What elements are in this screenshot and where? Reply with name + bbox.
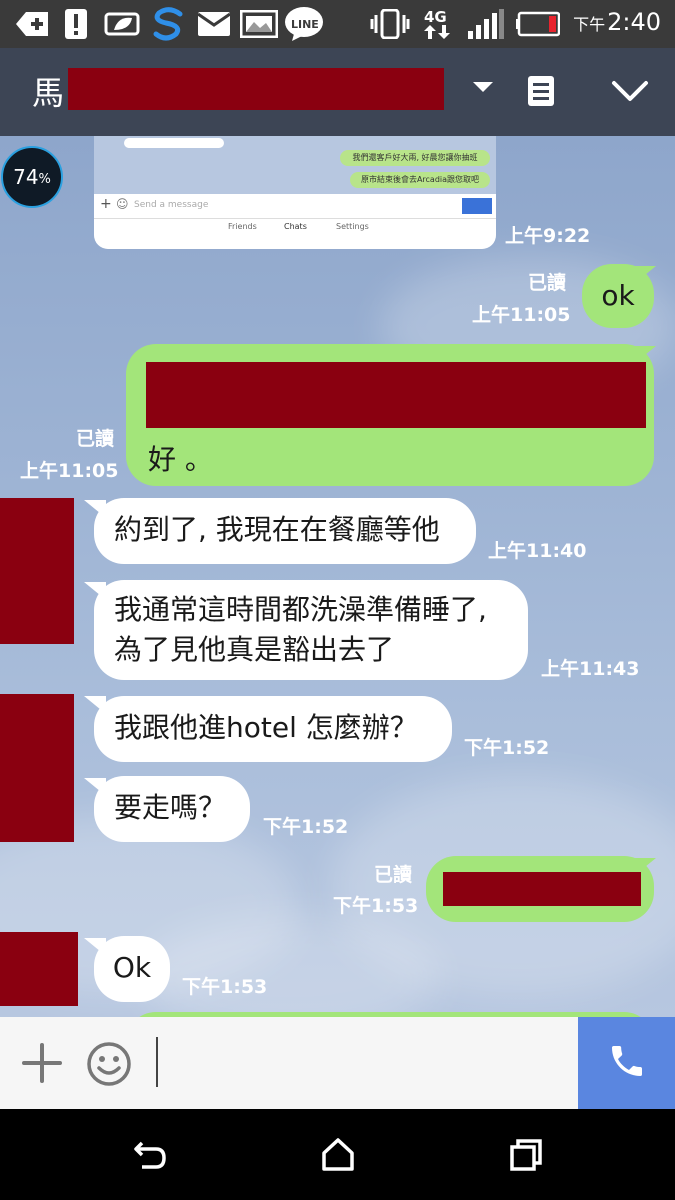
chat-header: 馬 xyxy=(0,48,675,136)
message-time: 上午11:05 xyxy=(20,460,119,482)
chevron-down-icon[interactable] xyxy=(610,78,650,108)
phone-icon xyxy=(607,1041,647,1085)
clock-time: 2:40 xyxy=(607,8,661,36)
redacted-contact-name xyxy=(68,68,444,110)
message-text-line: 為了見他真是豁出去了 xyxy=(114,633,395,666)
plus-icon[interactable] xyxy=(22,1043,62,1087)
call-button[interactable] xyxy=(578,1017,675,1109)
redacted-message-text xyxy=(443,872,641,906)
redacted-message-text xyxy=(146,362,646,428)
message-time: 下午1:52 xyxy=(464,737,550,759)
leaf-icon xyxy=(104,9,140,39)
incoming-message[interactable]: Ok xyxy=(94,936,170,1002)
message-time: 上午11:43 xyxy=(541,658,640,680)
read-receipt: 已讀 xyxy=(374,864,413,886)
network-type-label: 4G xyxy=(424,7,447,26)
line-badge-label: LINE xyxy=(291,18,319,31)
widget-percent-value: 74 xyxy=(13,165,39,189)
preview-plus-icon: + xyxy=(100,196,112,212)
preview-tab-friends: Friends xyxy=(228,222,257,231)
outgoing-message[interactable]: ok xyxy=(582,264,654,328)
image-icon xyxy=(240,9,278,39)
incoming-message[interactable]: 約到了, 我現在在餐廳等他 xyxy=(94,498,476,564)
message-time: 下午1:52 xyxy=(263,816,349,838)
image-message[interactable]: 我們還客戶好大兩, 好晨您讓你抽班 原市結束後會去Arcadia跟您取吧 + ☺… xyxy=(94,136,496,249)
signal-icon xyxy=(468,9,504,39)
preview-line-2: 原市結束後會去Arcadia跟您取吧 xyxy=(350,172,490,188)
contact-name[interactable]: 馬 xyxy=(32,68,64,114)
message-text: 要走嗎？ xyxy=(114,791,227,824)
read-receipt: 已讀 xyxy=(76,428,115,450)
message-text: ok xyxy=(601,279,635,312)
preview-mic-icon xyxy=(462,198,492,214)
home-icon[interactable] xyxy=(320,1137,356,1177)
mail-icon xyxy=(198,9,230,39)
emoji-icon[interactable] xyxy=(86,1041,132,1091)
network-4g-icon: 4G xyxy=(424,9,450,39)
preview-line-1: 我們還客戶好大兩, 好晨您讓你抽班 xyxy=(340,150,490,166)
battery-low-icon xyxy=(516,9,560,39)
line-app-icon: LINE xyxy=(284,7,324,41)
text-input-cursor[interactable] xyxy=(156,1037,158,1087)
notes-icon[interactable] xyxy=(526,74,556,112)
message-text-line: 我通常這時間都洗澡準備睡了, xyxy=(114,593,487,626)
read-receipt: 已讀 xyxy=(528,272,567,294)
preview-placeholder: Send a message xyxy=(134,200,209,210)
redacted-avatar[interactable] xyxy=(0,694,74,842)
preview-emoji-icon: ☺ xyxy=(116,197,129,211)
status-clock: 下午2:40 xyxy=(573,8,661,36)
dropdown-arrow-icon[interactable] xyxy=(470,78,496,100)
preview-tab-chats: Chats xyxy=(284,222,307,231)
widget-percent-sign: % xyxy=(38,171,51,187)
alert-icon xyxy=(64,9,88,39)
memory-booster-widget[interactable]: 74% xyxy=(1,146,63,208)
message-time: 下午1:53 xyxy=(182,976,268,998)
message-time: 上午11:05 xyxy=(472,304,571,326)
preview-tab-settings: Settings xyxy=(336,222,369,231)
status-bar: LINE 4G 下午2:40 xyxy=(0,0,675,48)
message-text: 約到了, 我現在在餐廳等他 xyxy=(114,513,440,546)
s-app-icon xyxy=(150,7,188,41)
message-text: 好 。 xyxy=(148,443,213,476)
redacted-avatar[interactable] xyxy=(0,498,74,644)
message-text: 我跟他進hotel 怎麼辦？ xyxy=(114,711,418,744)
message-time: 下午1:53 xyxy=(333,895,419,917)
add-square-icon xyxy=(14,9,50,39)
system-nav-bar xyxy=(0,1109,675,1200)
message-input-bar xyxy=(0,1017,675,1109)
redacted-avatar[interactable] xyxy=(0,932,78,1006)
chat-area[interactable]: 我們還客戶好大兩, 好晨您讓你抽班 原市結束後會去Arcadia跟您取吧 + ☺… xyxy=(0,136,675,1017)
incoming-message[interactable]: 要走嗎？ xyxy=(94,776,250,842)
message-time: 上午11:40 xyxy=(488,540,587,562)
incoming-message[interactable]: 我跟他進hotel 怎麼辦？ xyxy=(94,696,452,762)
vibrate-icon xyxy=(370,9,410,39)
message-time: 上午9:22 xyxy=(505,225,591,247)
back-icon[interactable] xyxy=(132,1137,168,1177)
message-text: Ok xyxy=(112,951,152,984)
recents-icon[interactable] xyxy=(508,1137,544,1177)
incoming-message[interactable]: 我通常這時間都洗澡準備睡了, 為了見他真是豁出去了 xyxy=(94,580,528,680)
clock-ampm: 下午 xyxy=(573,15,606,34)
